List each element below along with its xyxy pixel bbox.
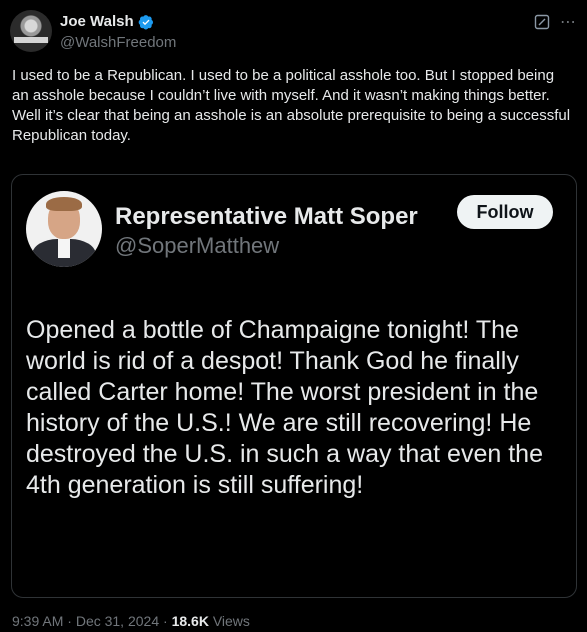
tweet-date[interactable]: Dec 31, 2024 (76, 613, 159, 629)
quoted-tweet-card[interactable]: Representative Matt Soper @SoperMatthew … (11, 174, 577, 598)
more-icon[interactable]: ⋯ (560, 12, 577, 32)
quoted-author-handle[interactable]: @SoperMatthew (115, 233, 279, 259)
author-name-row: Joe Walsh (60, 13, 154, 30)
author-name[interactable]: Joe Walsh (60, 13, 134, 30)
follow-button[interactable]: Follow (457, 195, 553, 229)
separator: · (163, 613, 168, 629)
author-handle[interactable]: @WalshFreedom (60, 34, 176, 51)
separator: · (67, 613, 72, 629)
verified-badge-icon (138, 14, 153, 30)
grok-icon[interactable] (534, 14, 550, 30)
tweet-text: I used to be a Republican. I used to be … (12, 67, 571, 144)
views-label: Views (212, 613, 250, 629)
quoted-author-avatar[interactable] (26, 191, 102, 267)
quoted-author-name[interactable]: Representative Matt Soper (115, 203, 418, 231)
tweet-meta: 9:39 AM · Dec 31, 2024 · 18.6K Views (12, 613, 250, 629)
quoted-tweet-text: Opened a bottle of Champaigne tonight! T… (26, 316, 543, 499)
views-count: 18.6K (171, 613, 209, 629)
tweet-time[interactable]: 9:39 AM (12, 613, 63, 629)
author-avatar[interactable] (10, 10, 52, 52)
